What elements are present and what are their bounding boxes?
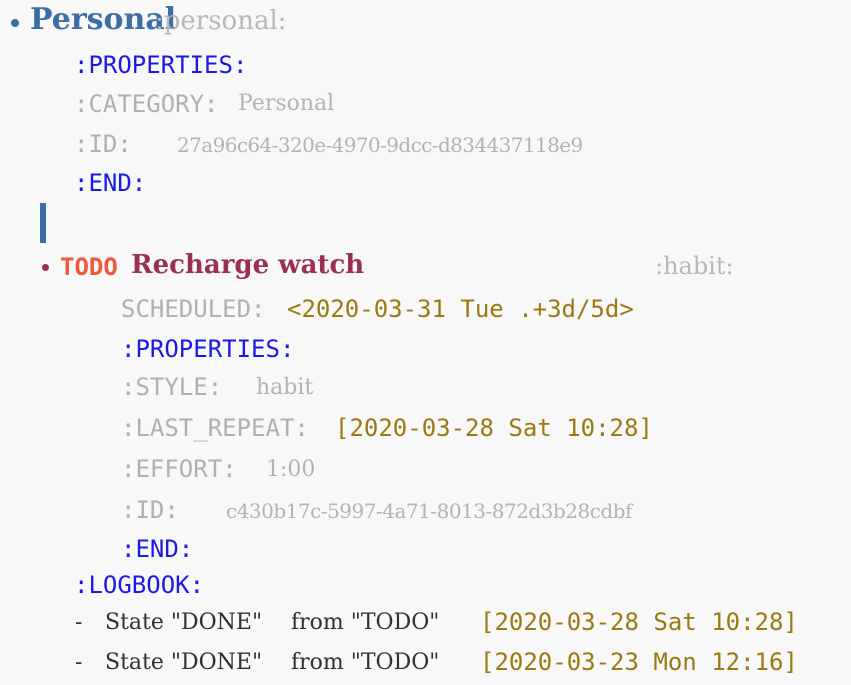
property-value-category: Personal <box>238 91 335 116</box>
logbook-entry-state: State "DONE" <box>105 650 263 675</box>
logbook-entry-from: from "TODO" <box>291 650 440 675</box>
property-key-last-repeat: :LAST_REPEAT: <box>121 414 309 442</box>
heading-recharge-watch[interactable]: Recharge watch <box>131 249 364 281</box>
logbook-entry-from: from "TODO" <box>291 610 440 635</box>
heading-bullet <box>11 19 19 27</box>
heading-habit-tag: :habit: <box>655 252 734 280</box>
subheading-bullet <box>42 264 49 271</box>
properties-drawer-start-2: :PROPERTIES: <box>121 335 295 363</box>
properties-drawer-start: :PROPERTIES: <box>74 51 248 79</box>
text-cursor <box>40 203 46 243</box>
property-key-id: :ID: <box>74 130 132 158</box>
property-value-last-repeat[interactable]: [2020-03-28 Sat 10:28] <box>335 413 653 443</box>
logbook-entry-timestamp[interactable]: [2020-03-23 Mon 12:16] <box>480 647 798 677</box>
org-buffer[interactable]: Personal :personal: :PROPERTIES: :CATEGO… <box>0 0 851 685</box>
property-key-category: :CATEGORY: <box>74 90 219 118</box>
scheduled-key: SCHEDULED: <box>121 295 266 323</box>
property-value-style: habit <box>256 375 314 400</box>
logbook-entry-timestamp[interactable]: [2020-03-28 Sat 10:28] <box>480 607 798 637</box>
property-key-style: :STYLE: <box>121 373 223 401</box>
logbook-entry-dash: - <box>75 650 83 675</box>
logbook-entry-dash: - <box>75 610 83 635</box>
logbook-drawer-start: :LOGBOOK: <box>74 571 205 599</box>
property-value-id: 27a96c64-320e-4970-9dcc-d834437118e9 <box>177 133 583 157</box>
property-key-effort: :EFFORT: <box>121 455 237 483</box>
properties-drawer-end-2: :END: <box>121 535 194 563</box>
property-value-effort: 1:00 <box>266 457 316 482</box>
property-value-id-2: c430b17c-5997-4a71-8013-872d3b28cdbf <box>226 499 632 523</box>
todo-keyword[interactable]: TODO <box>60 252 118 282</box>
heading-tag: :personal: <box>155 6 287 36</box>
property-key-id-2: :ID: <box>121 496 179 524</box>
properties-drawer-end: :END: <box>74 169 147 197</box>
logbook-entry-state: State "DONE" <box>105 610 263 635</box>
scheduled-timestamp[interactable]: <2020-03-31 Tue .+3d/5d> <box>287 294 634 324</box>
